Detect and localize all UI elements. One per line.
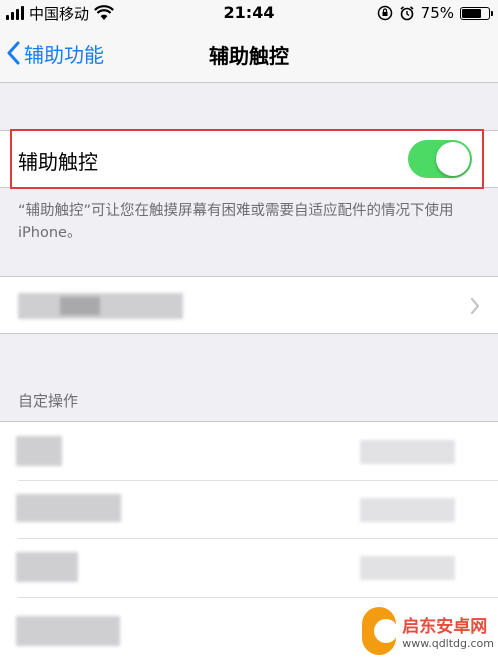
watermark-text: 启东安卓网 www.qdltdg.com	[402, 612, 494, 650]
blurred-label	[16, 494, 121, 522]
blurred-value	[360, 556, 455, 580]
battery-percent: 75%	[420, 4, 454, 22]
blurred-label	[16, 436, 62, 466]
blurred-value	[360, 440, 455, 464]
row-divider	[18, 597, 498, 598]
top-level-menu-row[interactable]	[0, 276, 498, 334]
assistive-touch-row: 辅助触控	[0, 130, 498, 188]
assistive-touch-toggle[interactable]	[408, 140, 472, 178]
watermark-logo-icon	[362, 607, 399, 655]
blurred-value	[360, 498, 455, 522]
row-divider	[18, 538, 498, 539]
toggle-knob	[436, 142, 470, 176]
blurred-label	[16, 552, 78, 582]
alarm-icon	[400, 6, 414, 21]
blurred-label	[16, 616, 120, 646]
status-right: 75%	[377, 3, 493, 23]
assistive-touch-label: 辅助触控	[18, 150, 98, 174]
page-title: 辅助触控	[209, 44, 289, 68]
watermark: 启东安卓网 www.qdltdg.com	[362, 600, 494, 662]
footnote: “辅助触控”可让您在触摸屏幕有困难或需要自适应配件的情况下使用 iPhone。	[18, 203, 454, 241]
custom-actions-header: 自定操作	[18, 392, 79, 410]
row-divider	[18, 480, 498, 481]
battery-fill	[462, 8, 481, 18]
rotation-lock-icon	[377, 5, 392, 21]
blurred-label	[18, 293, 183, 319]
watermark-title: 启东安卓网	[402, 617, 488, 637]
nav-bar: 辅助功能 辅助触控	[0, 26, 498, 83]
battery-icon	[460, 6, 493, 20]
chevron-right-icon	[470, 297, 480, 315]
status-bar: 中国移动 21:44 75%	[0, 0, 498, 26]
blurred-block	[60, 297, 100, 315]
watermark-url: www.qdltdg.com	[402, 637, 494, 650]
